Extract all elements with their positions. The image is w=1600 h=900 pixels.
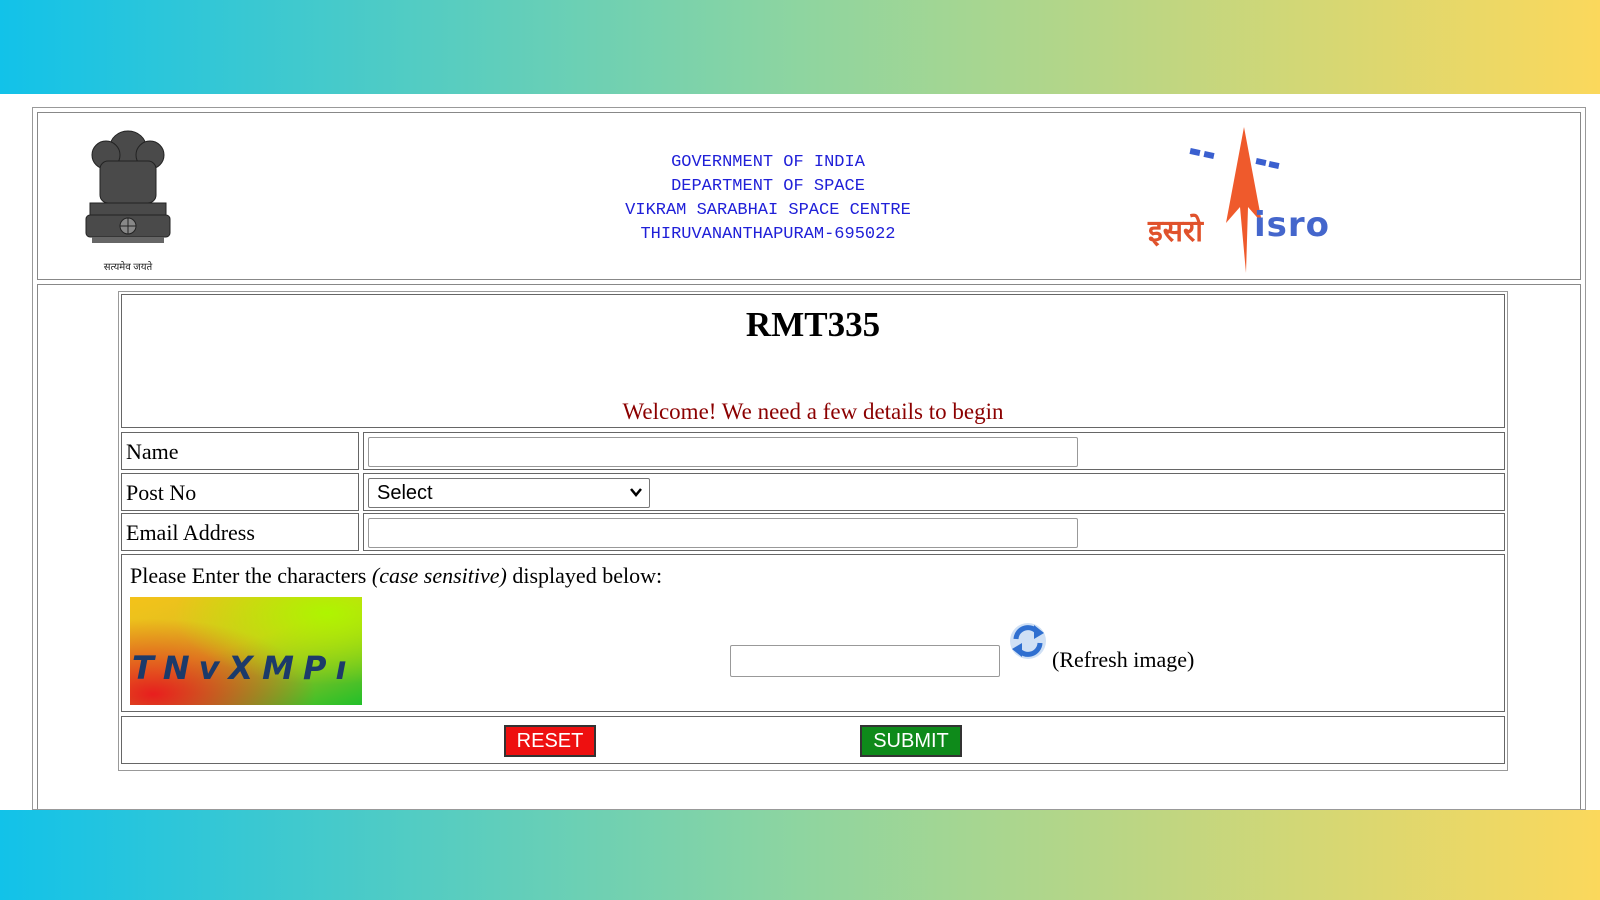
- name-input[interactable]: [368, 437, 1078, 467]
- email-input-cell: [363, 513, 1505, 551]
- header: सत्यमेव जयते GOVERNMENT OF INDIA DEPARTM…: [37, 112, 1581, 280]
- captcha-section: Please Enter the characters (case sensit…: [121, 554, 1505, 712]
- captcha-instruction-start: Please Enter the characters: [130, 563, 372, 588]
- org-line-1: GOVERNMENT OF INDIA: [671, 153, 865, 172]
- dropdown-arrow-icon: [629, 480, 643, 509]
- name-label-cell: Name: [121, 432, 359, 470]
- page-title: RMT335: [745, 305, 881, 344]
- refresh-image-link[interactable]: (Refresh image): [1052, 647, 1194, 673]
- post-no-selected-value: Select: [377, 482, 433, 504]
- organization-title: GOVERNMENT OF INDIA DEPARTMENT OF SPACE …: [468, 151, 1068, 247]
- reset-button[interactable]: RESET: [504, 725, 596, 757]
- application-form: RMT335 Welcome! We need a few details to…: [118, 291, 1508, 771]
- org-line-3: VIKRAM SARABHAI SPACE CENTRE: [625, 201, 911, 220]
- email-input[interactable]: [368, 518, 1078, 548]
- welcome-message: Welcome! We need a few details to begin: [622, 399, 1004, 424]
- name-input-cell: [363, 432, 1505, 470]
- case-sensitive-note: (case sensitive): [371, 563, 507, 588]
- isro-logo-english: isro: [1254, 205, 1331, 245]
- submit-button[interactable]: SUBMIT: [860, 725, 962, 757]
- captcha-code: TNvXMPı: [132, 649, 356, 687]
- form-title-cell: RMT335 Welcome! We need a few details to…: [121, 294, 1505, 428]
- captcha-instruction: Please Enter the characters (case sensit…: [130, 563, 662, 589]
- post-select-cell: Select: [363, 473, 1505, 511]
- captcha-image: TNvXMPı: [130, 597, 362, 705]
- post-no-select[interactable]: Select: [368, 478, 650, 508]
- post-no-label: Post No: [126, 480, 197, 505]
- captcha-input[interactable]: [730, 645, 1000, 677]
- org-line-4: THIRUVANANTHAPURAM-695022: [640, 225, 896, 244]
- captcha-instruction-end: displayed below:: [506, 563, 663, 588]
- email-label-cell: Email Address: [121, 513, 359, 551]
- bottom-gradient-band: [0, 810, 1600, 900]
- name-label: Name: [126, 439, 179, 464]
- form-frame: RMT335 Welcome! We need a few details to…: [37, 284, 1581, 809]
- national-emblem-icon: सत्यमेव जयते: [78, 125, 178, 275]
- email-label: Email Address: [126, 520, 255, 545]
- isro-logo-icon: इसरो isro: [1148, 123, 1338, 273]
- buttons-row: RESET SUBMIT: [121, 716, 1505, 764]
- org-line-2: DEPARTMENT OF SPACE: [671, 177, 865, 196]
- isro-logo-hindi: इसरो: [1148, 214, 1204, 249]
- page-container: सत्यमेव जयते GOVERNMENT OF INDIA DEPARTM…: [32, 107, 1586, 810]
- refresh-icon[interactable]: [1008, 621, 1048, 661]
- emblem-caption: सत्यमेव जयते: [103, 262, 153, 273]
- post-label-cell: Post No: [121, 473, 359, 511]
- top-gradient-band: [0, 0, 1600, 94]
